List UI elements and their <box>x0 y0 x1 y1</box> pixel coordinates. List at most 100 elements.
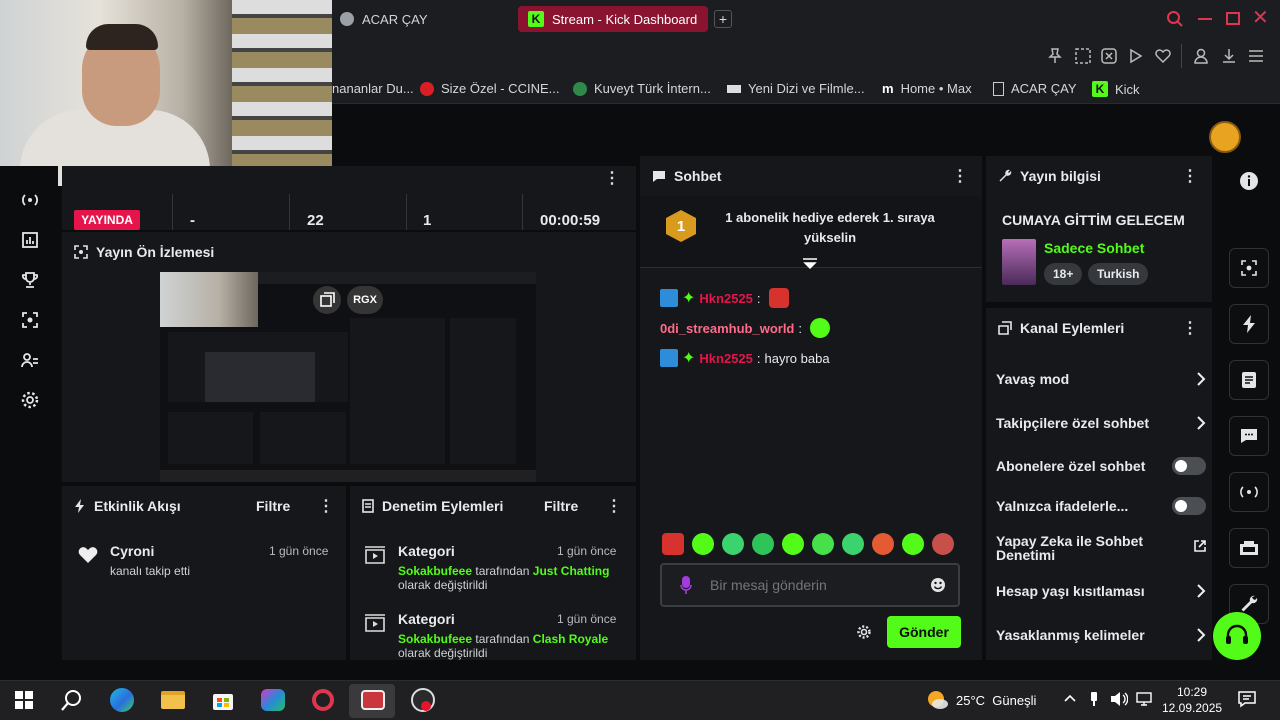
browser-tab-kick-dashboard[interactable]: K Stream - Kick Dashboard <box>518 6 708 32</box>
emote-icon[interactable] <box>752 533 774 555</box>
usb-icon[interactable] <box>1089 691 1099 707</box>
file-explorer-icon[interactable] <box>159 686 187 714</box>
capture-shortcut-button[interactable] <box>1229 248 1269 288</box>
activity-filter-button[interactable]: Filtre <box>256 498 290 514</box>
bookmark-item[interactable]: m Home • Max <box>882 81 972 96</box>
network-icon[interactable] <box>1136 692 1152 706</box>
trophy-icon[interactable] <box>20 270 40 290</box>
windows-start-icon[interactable] <box>10 686 38 714</box>
emote-icon[interactable] <box>722 533 744 555</box>
chat-menu-icon[interactable]: ⋮ <box>952 166 968 186</box>
action-account-age[interactable]: Hesap yaşı kısıtlaması <box>996 580 1206 602</box>
microphone-icon[interactable] <box>680 575 692 595</box>
m365-icon[interactable] <box>259 686 287 714</box>
pin-icon[interactable] <box>1046 47 1064 65</box>
preview-video[interactable]: RGX <box>160 272 536 482</box>
chevron-up-icon[interactable] <box>1064 692 1076 704</box>
volume-icon[interactable] <box>1110 691 1128 707</box>
stats-menu-icon[interactable]: ⋮ <box>604 168 620 188</box>
search-icon[interactable] <box>1166 10 1184 28</box>
browser-tab-acar-cay[interactable]: ACAR ÇAY <box>330 6 438 32</box>
opera-gx-icon[interactable] <box>309 686 337 714</box>
emote-icon[interactable] <box>782 533 804 555</box>
bookmark-item[interactable]: Size Özel - CCINE... <box>420 81 559 96</box>
weather-sun-icon[interactable] <box>926 690 948 710</box>
stream-info-menu-icon[interactable]: ⋮ <box>1182 166 1198 186</box>
minimize-icon[interactable] <box>1198 18 1212 20</box>
action-subscribers-only[interactable]: Abonelere özel sohbet <box>996 455 1206 477</box>
chat-username[interactable]: 0di_streamhub_world <box>660 321 794 336</box>
bookmark-item[interactable]: K Kick <box>1092 81 1140 97</box>
action-banned-words[interactable]: Yasaklanmış kelimeler <box>996 624 1206 646</box>
app-icon[interactable] <box>359 686 387 714</box>
moderation-title: Denetim Eylemleri <box>382 498 504 514</box>
emote-icon[interactable] <box>842 533 864 555</box>
maximize-icon[interactable] <box>1226 12 1240 25</box>
chat-shortcut-button[interactable] <box>1229 416 1269 456</box>
new-tab-button[interactable]: + <box>714 10 732 28</box>
popout-icon[interactable] <box>313 286 341 314</box>
send-button[interactable]: Gönder <box>887 616 961 648</box>
users-icon[interactable] <box>20 350 40 370</box>
channel-actions-menu-icon[interactable]: ⋮ <box>1182 318 1198 338</box>
stream-preview-panel: Yayın Ön İzlemesi RGX <box>62 232 636 482</box>
lightning-icon <box>74 499 86 513</box>
emote-icon[interactable] <box>902 533 924 555</box>
chat-input-wrapper[interactable] <box>660 563 960 607</box>
support-chat-button[interactable] <box>1213 612 1261 660</box>
clock[interactable]: 10:29 12.09.2025 <box>1162 684 1222 716</box>
follower-count: 22 <box>307 212 324 229</box>
broadcast-icon[interactable] <box>20 190 40 210</box>
analytics-icon[interactable] <box>20 230 40 250</box>
heart-icon[interactable] <box>1154 47 1172 65</box>
chat-username[interactable]: Hkn2525 <box>699 351 752 366</box>
emote-icon[interactable] <box>662 533 684 555</box>
overlay-label[interactable]: RGX <box>347 286 383 314</box>
bookmark-item[interactable]: Kuveyt Türk İntern... <box>573 81 711 96</box>
action-emote-only[interactable]: Yalnızca ifadelerle... <box>996 495 1206 517</box>
moderation-filter-button[interactable]: Filtre <box>544 498 578 514</box>
notes-button[interactable] <box>1229 360 1269 400</box>
notification-icon[interactable] <box>1238 690 1256 708</box>
bookmark-item[interactable]: Yeni Dizi ve Filmle... <box>727 81 865 96</box>
avatar[interactable] <box>1209 121 1241 153</box>
collapse-icon[interactable] <box>802 258 818 272</box>
close-icon[interactable]: ✕ <box>1252 8 1272 28</box>
emote-icon[interactable] <box>812 533 834 555</box>
action-followers-only[interactable]: Takipçilere özel sohbet <box>996 412 1206 434</box>
action-ai-moderation[interactable]: Yapay Zeka ile Sohbet Denetimi <box>996 534 1206 562</box>
info-icon[interactable] <box>1239 171 1259 191</box>
store-icon[interactable] <box>209 686 237 714</box>
play-icon[interactable] <box>1126 47 1144 65</box>
chat-settings-gear-icon[interactable] <box>857 625 871 639</box>
search-icon[interactable] <box>58 686 86 714</box>
weather-text[interactable]: 25°C Güneşli <box>956 693 1036 708</box>
toggle-switch[interactable] <box>1172 497 1206 515</box>
emoji-picker-icon[interactable] <box>930 577 946 593</box>
chat-message-input[interactable] <box>710 575 910 595</box>
emote-icon[interactable] <box>932 533 954 555</box>
chat-username[interactable]: Hkn2525 <box>699 291 752 306</box>
quick-action-button[interactable] <box>1229 304 1269 344</box>
settings-gear-icon[interactable] <box>20 390 40 410</box>
emote-icon[interactable] <box>692 533 714 555</box>
edge-browser-icon[interactable] <box>108 686 136 714</box>
moderation-mid: tarafından <box>475 564 530 578</box>
capture-icon[interactable] <box>20 310 40 330</box>
moderation-menu-icon[interactable]: ⋮ <box>606 496 622 516</box>
profile-icon[interactable] <box>1192 47 1210 65</box>
media-shortcut-button[interactable] <box>1229 528 1269 568</box>
divider <box>406 194 407 230</box>
shield-icon[interactable] <box>1100 47 1118 65</box>
toggle-switch[interactable] <box>1172 457 1206 475</box>
emote-icon[interactable] <box>872 533 894 555</box>
download-icon[interactable] <box>1220 47 1238 65</box>
action-slow-mode[interactable]: Yavaş mod <box>996 368 1206 390</box>
screenshot-icon[interactable] <box>1074 47 1092 65</box>
bookmark-item[interactable]: nananlar Du... <box>332 81 414 96</box>
activity-menu-icon[interactable]: ⋮ <box>318 496 334 516</box>
menu-icon[interactable] <box>1247 47 1265 65</box>
broadcast-shortcut-button[interactable] <box>1229 472 1269 512</box>
bookmark-item[interactable]: ACAR ÇAY <box>993 81 1077 96</box>
category-name[interactable]: Sadece Sohbet <box>1044 240 1144 256</box>
